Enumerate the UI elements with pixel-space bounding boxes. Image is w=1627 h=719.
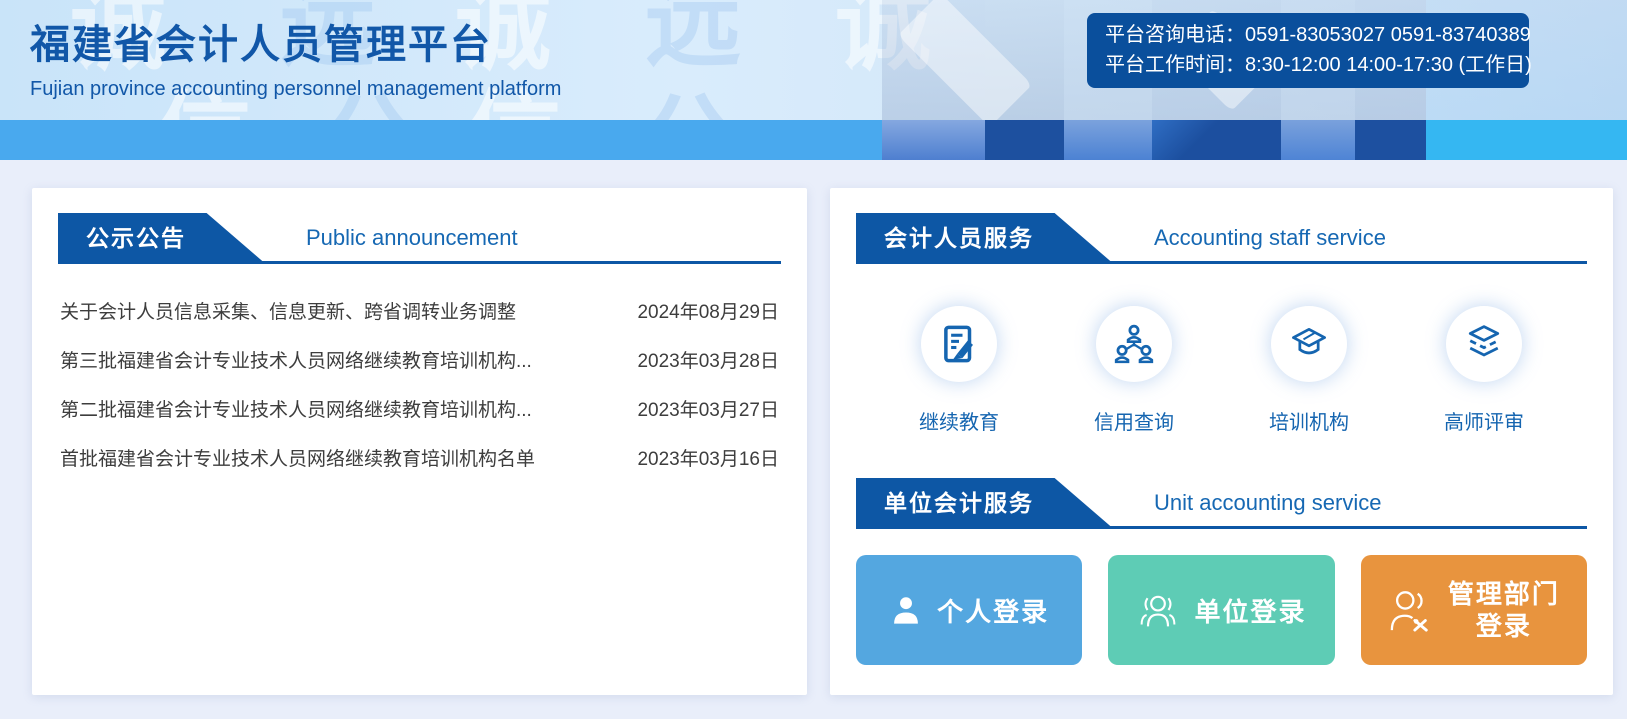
announcement-date: 2024年08月29日	[637, 297, 779, 324]
announcements-header: 公示公告 Public announcement	[58, 214, 781, 264]
personal-login-button[interactable]: 个人登录	[856, 555, 1082, 665]
unit-service-tab-en: Unit accounting service	[1154, 490, 1381, 516]
announcement-item[interactable]: 第三批福建省会计专业技术人员网络继续教育培训机构... 2023年03月28日	[58, 335, 781, 384]
hours-value: 8:30-12:00 14:00-17:30 (工作日)	[1245, 54, 1532, 76]
announcement-date: 2023年03月27日	[637, 395, 779, 422]
announcement-item[interactable]: 第二批福建省会计专业技术人员网络继续教育培训机构... 2023年03月27日	[58, 384, 781, 433]
service-senior-review[interactable]: 高师评审	[1429, 306, 1539, 435]
admin-login-button[interactable]: 管理部门登录	[1361, 555, 1587, 665]
announcements-panel: 公示公告 Public announcement 关于会计人员信息采集、信息更新…	[32, 188, 807, 695]
service-label[interactable]: 信用查询	[1079, 406, 1189, 435]
staff-service-header: 会计人员服务 Accounting staff service	[856, 214, 1587, 264]
page-subtitle: Fujian province accounting personnel man…	[30, 78, 561, 101]
admin-label-line1: 管理部门	[1448, 579, 1560, 609]
login-button-label: 个人登录	[937, 592, 1049, 629]
layers-icon	[1462, 322, 1506, 366]
service-icon-row: 继续教育 信用查询	[856, 306, 1587, 435]
contact-phone-line: 平台咨询电话：0591-83053027 0591-83740389	[1105, 20, 1511, 50]
announcement-list: 关于会计人员信息采集、信息更新、跨省调转业务调整 2024年08月29日 第三批…	[58, 286, 781, 482]
group-icon	[1136, 590, 1180, 630]
service-circle[interactable]	[1271, 306, 1347, 382]
service-circle[interactable]	[1096, 306, 1172, 382]
graduation-cap-icon	[1287, 322, 1331, 366]
org-chart-icon	[1112, 322, 1156, 366]
service-label[interactable]: 培训机构	[1254, 406, 1364, 435]
login-button-label: 管理部门登录	[1448, 578, 1560, 642]
brand: 福建省会计人员管理平台 Fujian province accounting p…	[30, 12, 561, 101]
announcement-item[interactable]: 首批福建省会计专业技术人员网络继续教育培训机构名单 2023年03月16日	[58, 433, 781, 482]
phone-label: 平台咨询电话：	[1105, 24, 1245, 46]
announcement-item[interactable]: 关于会计人员信息采集、信息更新、跨省调转业务调整 2024年08月29日	[58, 286, 781, 335]
staff-service-tab-en: Accounting staff service	[1154, 225, 1386, 251]
admin-label-line2: 登录	[1476, 611, 1532, 641]
announcement-title[interactable]: 第二批福建省会计专业技术人员网络继续教育培训机构...	[60, 395, 532, 422]
announcement-title[interactable]: 关于会计人员信息采集、信息更新、跨省调转业务调整	[60, 297, 516, 324]
service-label[interactable]: 继续教育	[904, 406, 1014, 435]
announcement-date: 2023年03月16日	[637, 444, 779, 471]
login-button-label: 单位登录	[1194, 592, 1306, 629]
main-content: 公示公告 Public announcement 关于会计人员信息采集、信息更新…	[0, 160, 1627, 695]
announcement-date: 2023年03月28日	[637, 346, 779, 373]
services-panel: 会计人员服务 Accounting staff service 继续教育	[830, 188, 1613, 695]
service-circle[interactable]	[921, 306, 997, 382]
service-label[interactable]: 高师评审	[1429, 406, 1539, 435]
service-training-institutions[interactable]: 培训机构	[1254, 306, 1364, 435]
announcement-title[interactable]: 首批福建省会计专业技术人员网络继续教育培训机构名单	[60, 444, 535, 471]
contact-info-box: 平台咨询电话：0591-83053027 0591-83740389 平台工作时…	[1087, 13, 1529, 88]
service-circle[interactable]	[1446, 306, 1522, 382]
page-title: 福建省会计人员管理平台	[30, 12, 561, 70]
banner-strip	[0, 120, 1627, 160]
login-button-row: 个人登录 单位登录	[856, 555, 1587, 665]
unit-service-header: 单位会计服务 Unit accounting service	[856, 479, 1587, 529]
announcements-tab-en: Public announcement	[306, 225, 518, 251]
watermark-char: 公	[640, 62, 736, 120]
site-header: 诚 远 诚 远 信 公 信 公 诚 福建省会计人员管理平台 Fujian pro…	[0, 0, 1627, 120]
unit-login-button[interactable]: 单位登录	[1108, 555, 1334, 665]
service-continuing-education[interactable]: 继续教育	[904, 306, 1014, 435]
staff-service-tab: 会计人员服务	[856, 213, 1112, 263]
edit-document-icon	[938, 323, 980, 365]
service-credit-inquiry[interactable]: 信用查询	[1079, 306, 1189, 435]
working-hours-line: 平台工作时间：8:30-12:00 14:00-17:30 (工作日)	[1105, 50, 1511, 80]
phone-numbers: 0591-83053027 0591-83740389	[1245, 24, 1531, 46]
announcement-title[interactable]: 第三批福建省会计专业技术人员网络继续教育培训机构...	[60, 346, 532, 373]
admin-tools-icon	[1388, 588, 1434, 632]
unit-service-tab: 单位会计服务	[856, 478, 1112, 528]
announcements-tab: 公示公告	[58, 213, 264, 263]
person-icon	[889, 593, 923, 627]
hours-label: 平台工作时间：	[1105, 54, 1245, 76]
